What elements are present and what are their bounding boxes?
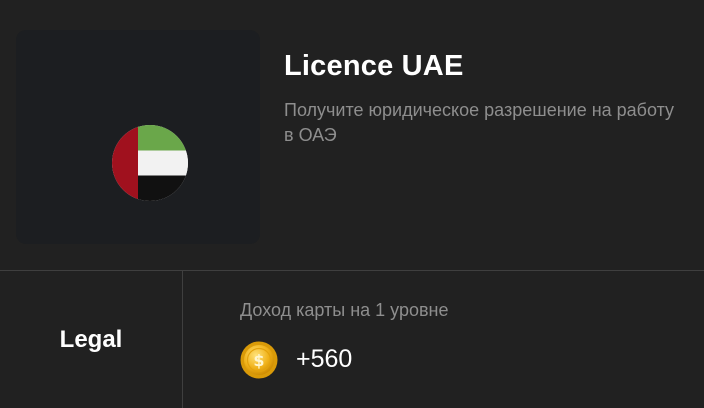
card-header: Licence UAE Получите юридическое разреше… [0, 0, 704, 270]
uae-flag-icon [112, 125, 188, 201]
vertical-divider [182, 271, 183, 408]
category-label: Legal [59, 325, 123, 353]
card-image [16, 30, 260, 244]
card-title: Licence UAE [284, 50, 464, 82]
income-label: Доход карты на 1 уровне [240, 300, 449, 320]
gold-coin-icon: $ [240, 341, 278, 379]
svg-text:$: $ [253, 351, 264, 370]
card-description: Получите юридическое разрешение на работ… [284, 100, 675, 145]
income-value: +560 [296, 345, 353, 373]
